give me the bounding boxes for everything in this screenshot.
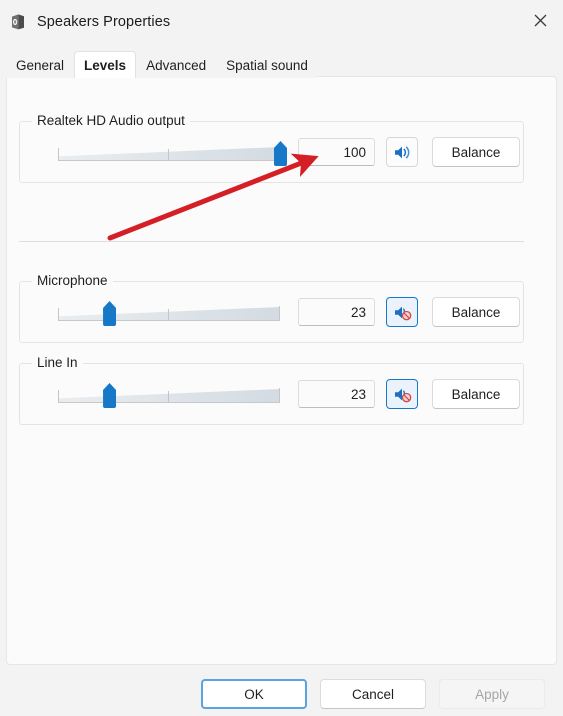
group-line-in: Line In 23 Balance [19,355,524,425]
balance-button-realtek-hd-audio-output[interactable]: Balance [432,137,520,167]
dialog-footer: OK Cancel Apply [0,672,563,716]
slider-track [58,307,280,320]
slider-thumb[interactable] [103,383,117,408]
volume-slider-microphone[interactable] [58,295,280,329]
tab-spatial-sound[interactable]: Spatial sound [216,51,318,78]
slider-tick-max [279,306,280,320]
speaker-muted-icon-button-microphone[interactable] [386,297,418,327]
title-bar: Speakers Properties [0,0,563,44]
speaker-on-icon-button-realtek-hd-audio-output[interactable] [386,137,418,167]
slider-track [58,389,280,402]
slider-tick-min [58,148,59,160]
volume-slider-realtek-hd-audio-output[interactable] [58,135,287,169]
speaker-muted-icon-button-line-in[interactable] [386,379,418,409]
volume-value-line-in[interactable]: 23 [298,380,375,408]
balance-button-microphone[interactable]: Balance [432,297,520,327]
group-realtek-hd-audio-output: Realtek HD Audio output 100 Balance [19,113,524,183]
slider-tick-max [279,388,280,402]
slider-baseline [58,320,280,321]
slider-baseline [58,402,280,403]
slider-tick-min [58,390,59,402]
tab-levels[interactable]: Levels [74,51,137,78]
tab-general[interactable]: General [6,51,75,78]
slider-thumb[interactable] [274,141,287,166]
speaker-app-icon [12,14,24,30]
slider-tick-mid [168,391,169,402]
tab-strip: General Levels Advanced Spatial sound [6,50,318,78]
slider-tick-mid [168,309,169,320]
slider-thumb[interactable] [103,301,117,326]
slider-tick-mid [168,149,169,160]
ok-button[interactable]: OK [201,679,307,709]
slider-track [58,147,280,160]
slider-baseline [58,160,280,161]
apply-button: Apply [439,679,545,709]
section-divider [19,241,524,242]
levels-tab-panel: Realtek HD Audio output 100 Balance Micr… [6,76,557,665]
cancel-button[interactable]: Cancel [320,679,426,709]
volume-slider-line-in[interactable] [58,377,280,411]
close-icon[interactable] [517,0,563,40]
tab-advanced[interactable]: Advanced [136,51,217,78]
group-microphone: Microphone 23 Balance [19,273,524,343]
volume-value-realtek-hd-audio-output[interactable]: 100 [298,138,375,166]
window-title: Speakers Properties [37,14,171,30]
slider-tick-min [58,308,59,320]
volume-value-microphone[interactable]: 23 [298,298,375,326]
balance-button-line-in[interactable]: Balance [432,379,520,409]
